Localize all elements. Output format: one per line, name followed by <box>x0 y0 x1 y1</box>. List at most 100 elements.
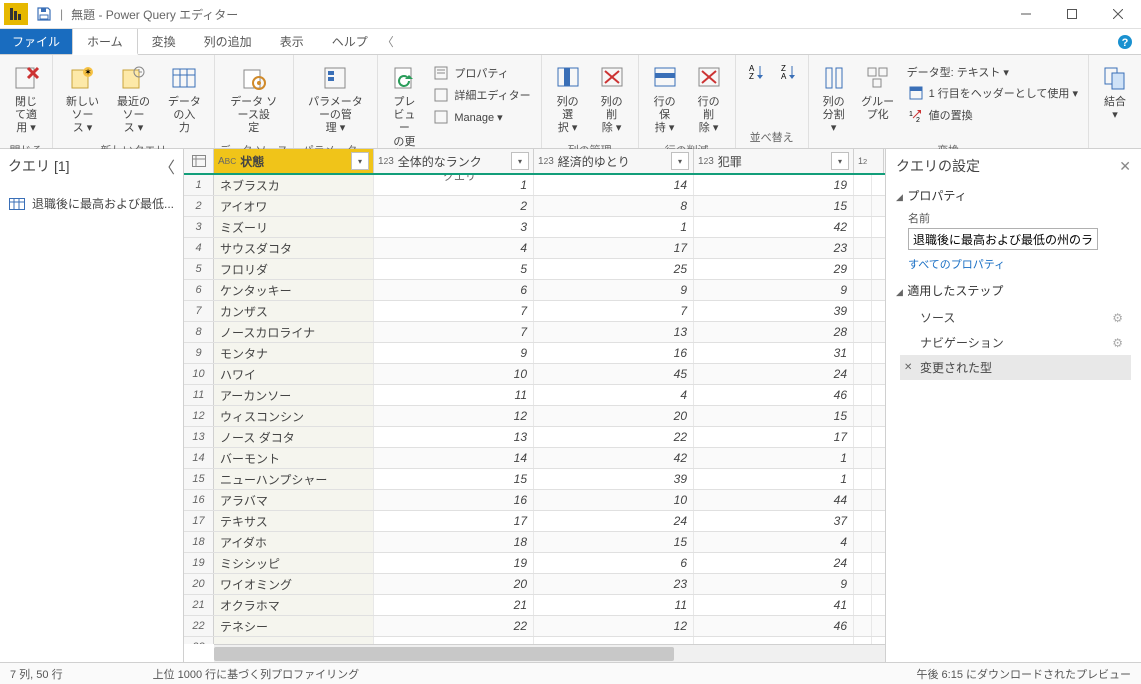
table-row[interactable]: 17 テキサス 17 24 37 <box>184 511 885 532</box>
cell-state[interactable]: バーモント <box>214 448 374 468</box>
new-source-button[interactable]: ✶新しいソー ス ▾ <box>57 58 108 140</box>
cell-rank[interactable]: 9 <box>374 343 534 363</box>
cell-rank[interactable]: 3 <box>374 217 534 237</box>
cell-crime[interactable]: 28 <box>694 322 854 342</box>
cell-afford[interactable]: 10 <box>534 490 694 510</box>
table-row[interactable]: 4 サウスダコタ 4 17 23 <box>184 238 885 259</box>
tab-home[interactable]: ホーム <box>72 29 138 55</box>
cell-state[interactable] <box>214 637 374 644</box>
cell-rank[interactable]: 5 <box>374 259 534 279</box>
cell-afford[interactable]: 15 <box>534 532 694 552</box>
cell-crime[interactable]: 44 <box>694 490 854 510</box>
properties-section[interactable]: プロパティ <box>896 187 1131 204</box>
recent-source-button[interactable]: 最近のソー ス ▾ <box>108 58 159 140</box>
cell-crime[interactable]: 42 <box>694 217 854 237</box>
cell-state[interactable]: アラバマ <box>214 490 374 510</box>
tab-view[interactable]: 表示 <box>266 29 318 54</box>
cell-state[interactable]: ウィスコンシン <box>214 406 374 426</box>
table-row[interactable]: 23 <box>184 637 885 644</box>
combine-button[interactable]: 結合 ▾ <box>1093 58 1137 126</box>
table-row[interactable]: 8 ノースカロライナ 7 13 28 <box>184 322 885 343</box>
cell-crime[interactable]: 24 <box>694 553 854 573</box>
table-row[interactable]: 19 ミシシッピ 19 6 24 <box>184 553 885 574</box>
cell-rank[interactable]: 14 <box>374 448 534 468</box>
cell-state[interactable]: テネシー <box>214 616 374 636</box>
cell-afford[interactable] <box>534 637 694 644</box>
table-row[interactable]: 2 アイオワ 2 8 15 <box>184 196 885 217</box>
table-row[interactable]: 12 ウィスコンシン 12 20 15 <box>184 406 885 427</box>
column-header-afford[interactable]: 123 経済的ゆとり ▾ <box>534 149 694 173</box>
tab-help[interactable]: ヘルプ <box>318 29 382 54</box>
table-row[interactable]: 14 バーモント 14 42 1 <box>184 448 885 469</box>
cell-afford[interactable]: 17 <box>534 238 694 258</box>
cell-state[interactable]: ノースカロライナ <box>214 322 374 342</box>
keep-rows-button[interactable]: 行の保 持 ▾ <box>643 58 687 140</box>
table-row[interactable]: 20 ワイオミング 20 23 9 <box>184 574 885 595</box>
filter-button[interactable]: ▾ <box>511 152 529 170</box>
cell-state[interactable]: モンタナ <box>214 343 374 363</box>
step-source[interactable]: ソース⚙ <box>900 305 1131 330</box>
advanced-editor-button[interactable]: 詳細エディター <box>432 84 530 106</box>
close-apply-button[interactable]: 閉じて適 用 ▾ <box>4 58 48 140</box>
cell-crime[interactable] <box>694 637 854 644</box>
cell-rank[interactable]: 13 <box>374 427 534 447</box>
cell-rank[interactable]: 19 <box>374 553 534 573</box>
cell-afford[interactable]: 24 <box>534 511 694 531</box>
cell-state[interactable]: ミシシッピ <box>214 553 374 573</box>
cell-state[interactable]: カンザス <box>214 301 374 321</box>
cell-afford[interactable]: 22 <box>534 427 694 447</box>
cell-rank[interactable]: 20 <box>374 574 534 594</box>
cell-state[interactable]: フロリダ <box>214 259 374 279</box>
cell-afford[interactable]: 23 <box>534 574 694 594</box>
datatype-button[interactable]: データ型: テキスト ▾ <box>907 62 1009 82</box>
cell-afford[interactable]: 7 <box>534 301 694 321</box>
cell-crime[interactable]: 29 <box>694 259 854 279</box>
cell-rank[interactable]: 6 <box>374 280 534 300</box>
table-row[interactable]: 3 ミズーリ 3 1 42 <box>184 217 885 238</box>
cell-state[interactable]: サウスダコタ <box>214 238 374 258</box>
maximize-button[interactable] <box>1049 0 1095 29</box>
filter-button[interactable]: ▾ <box>351 152 369 170</box>
table-row[interactable]: 15 ニューハンプシャー 15 39 1 <box>184 469 885 490</box>
table-row[interactable]: 6 ケンタッキー 6 9 9 <box>184 280 885 301</box>
cell-afford[interactable]: 4 <box>534 385 694 405</box>
cell-state[interactable]: ネブラスカ <box>214 175 374 195</box>
cell-crime[interactable]: 41 <box>694 595 854 615</box>
cell-crime[interactable]: 24 <box>694 364 854 384</box>
table-row[interactable]: 9 モンタナ 9 16 31 <box>184 343 885 364</box>
cell-afford[interactable]: 16 <box>534 343 694 363</box>
settings-close-icon[interactable]: ✕ <box>1119 158 1131 175</box>
all-properties-link[interactable]: すべてのプロパティ <box>908 256 1005 272</box>
remove-columns-button[interactable]: 列の削 除 ▾ <box>590 58 634 140</box>
sort-asc-button[interactable]: AZ <box>740 58 772 88</box>
tab-addcolumn[interactable]: 列の追加 <box>190 29 266 54</box>
column-header-state[interactable]: ABC 状態 ▾ <box>214 149 374 173</box>
cell-state[interactable]: アーカンソー <box>214 385 374 405</box>
cell-crime[interactable]: 17 <box>694 427 854 447</box>
cell-rank[interactable]: 17 <box>374 511 534 531</box>
replace-values-button[interactable]: 12値の置換 <box>907 104 973 126</box>
column-header-rank[interactable]: 123 全体的なランク ▾ <box>374 149 534 173</box>
cell-state[interactable]: ノース ダコタ <box>214 427 374 447</box>
save-icon[interactable] <box>32 2 56 26</box>
close-button[interactable] <box>1095 0 1141 29</box>
horizontal-scrollbar[interactable] <box>214 644 885 662</box>
cell-afford[interactable]: 1 <box>534 217 694 237</box>
manage-query-button[interactable]: Manage ▾ <box>432 106 502 128</box>
cell-rank[interactable]: 11 <box>374 385 534 405</box>
datasource-settings-button[interactable]: データ ソース設 定 <box>219 58 289 140</box>
parameter-manage-button[interactable]: パラメーターの管 理 ▾ <box>298 58 374 140</box>
table-icon-header[interactable] <box>184 149 214 173</box>
remove-rows-button[interactable]: 行の削 除 ▾ <box>687 58 731 140</box>
cell-afford[interactable]: 14 <box>534 175 694 195</box>
cell-state[interactable]: ワイオミング <box>214 574 374 594</box>
cell-crime[interactable]: 23 <box>694 238 854 258</box>
query-item[interactable]: 退職後に最高および最低... <box>0 191 183 216</box>
cell-rank[interactable]: 1 <box>374 175 534 195</box>
column-header-extra[interactable]: 12 <box>854 149 884 173</box>
properties-button[interactable]: プロパティ <box>432 62 508 84</box>
gear-icon[interactable]: ⚙ <box>1112 311 1123 325</box>
sort-desc-button[interactable]: ZA <box>772 58 804 88</box>
filter-button[interactable]: ▾ <box>671 152 689 170</box>
cell-rank[interactable]: 22 <box>374 616 534 636</box>
